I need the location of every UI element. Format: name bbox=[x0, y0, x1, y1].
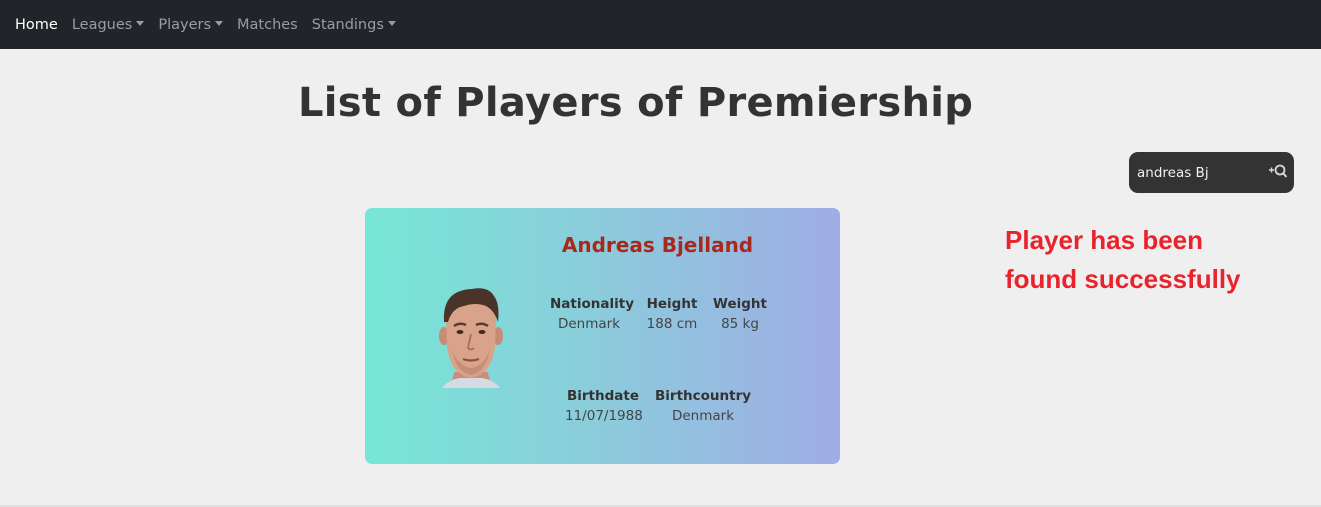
stat-height: Height 188 cm bbox=[646, 296, 698, 332]
player-photo bbox=[432, 284, 510, 388]
stat-weight-value: 85 kg bbox=[721, 316, 759, 332]
chevron-down-icon bbox=[215, 21, 224, 26]
nav-standings-dropdown[interactable]: Standings bbox=[312, 17, 396, 33]
stat-nationality: Nationality Denmark bbox=[550, 296, 634, 332]
stat-birthdate-value: 11/07/1988 bbox=[565, 408, 643, 424]
success-message: Player has been found successfully bbox=[1005, 221, 1305, 299]
stat-height-value: 188 cm bbox=[646, 316, 698, 332]
nav-home-label: Home bbox=[15, 16, 58, 33]
stat-birthcountry: Birthcountry Denmark bbox=[655, 388, 751, 424]
stat-weight: Weight 85 kg bbox=[713, 296, 767, 332]
search-box bbox=[1129, 152, 1294, 193]
stat-birthcountry-label: Birthcountry bbox=[655, 388, 752, 404]
stat-birthcountry-value: Denmark bbox=[671, 408, 735, 424]
nav-matches-label: Matches bbox=[237, 16, 298, 33]
chevron-down-icon bbox=[387, 21, 396, 26]
success-message-line2: found successfully bbox=[1005, 264, 1241, 294]
nav-players-dropdown[interactable]: Players bbox=[158, 16, 224, 33]
success-message-line1: Player has been bbox=[1005, 225, 1203, 255]
stat-nationality-label: Nationality bbox=[550, 296, 634, 312]
stat-birthdate-label: Birthdate bbox=[566, 388, 640, 404]
add-search-icon[interactable] bbox=[1268, 163, 1288, 181]
chevron-down-icon bbox=[136, 21, 145, 26]
player-name: Andreas Bjelland bbox=[561, 233, 754, 257]
search-input[interactable] bbox=[1137, 164, 1257, 181]
stat-height-label: Height bbox=[646, 296, 698, 312]
page-title: List of Players of Premiership bbox=[298, 80, 974, 126]
stat-weight-label: Weight bbox=[713, 296, 767, 312]
navbar: Home Leagues Players Matches Standings bbox=[0, 0, 1321, 49]
nav-home[interactable]: Home bbox=[15, 17, 58, 33]
nav-leagues-label: Leagues bbox=[71, 16, 133, 33]
stat-birthdate: Birthdate 11/07/1988 bbox=[565, 388, 643, 424]
nav-players-label: Players bbox=[158, 16, 212, 33]
nav-leagues-dropdown[interactable]: Leagues bbox=[72, 17, 145, 33]
nav-standings-label: Standings bbox=[311, 16, 384, 33]
stat-nationality-value: Denmark bbox=[557, 316, 621, 332]
nav-matches[interactable]: Matches bbox=[237, 17, 298, 33]
